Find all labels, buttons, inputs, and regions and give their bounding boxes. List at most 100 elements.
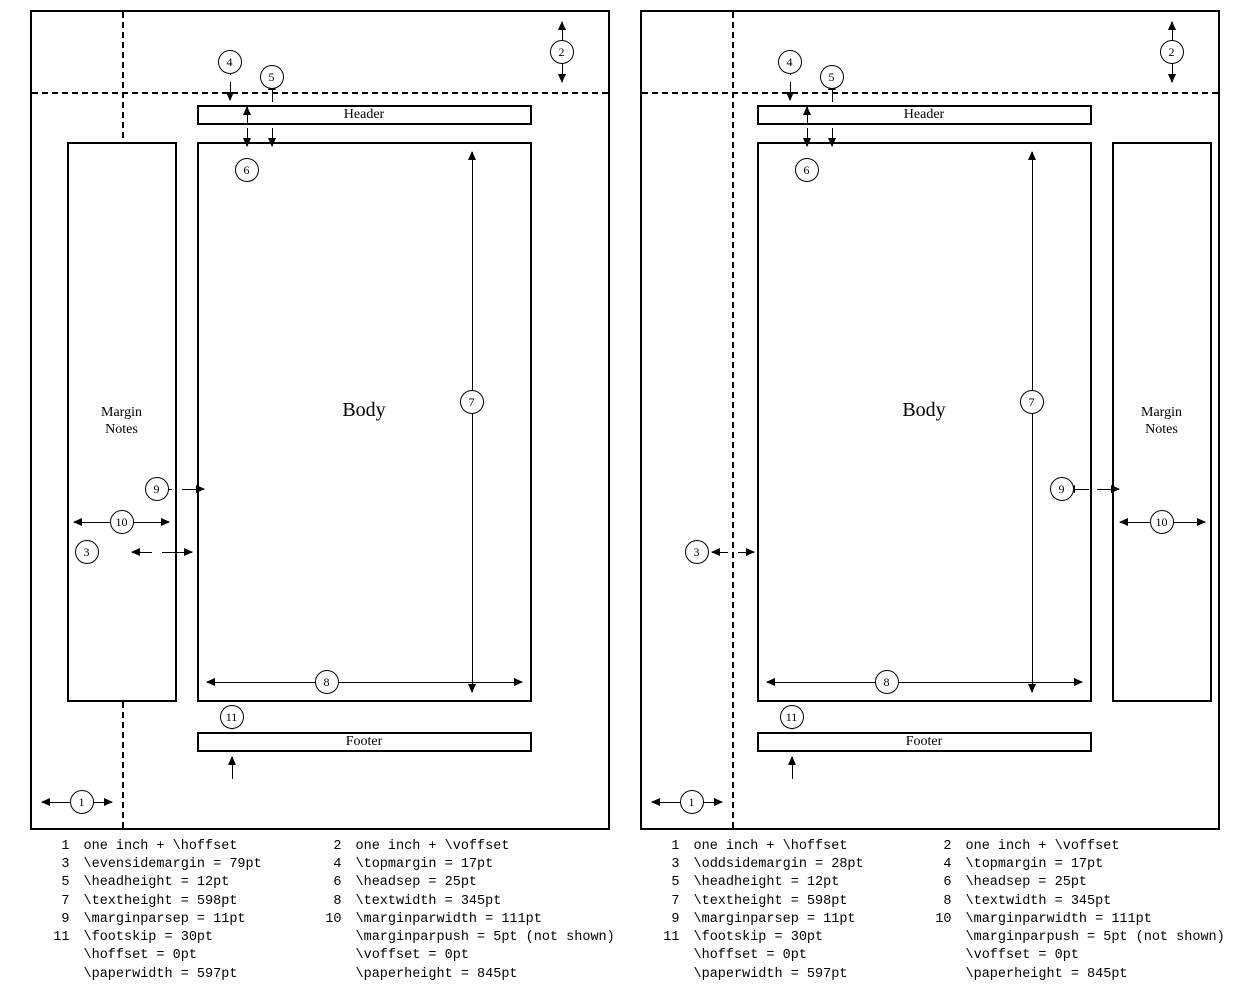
legend-item: 5\headheight = 12pt <box>42 874 314 892</box>
circle-8: 8 <box>875 670 899 694</box>
margin-notes-label-2: Notes <box>1145 422 1178 439</box>
legend-item: \hoffset = 0pt <box>652 947 924 965</box>
arrow-3l <box>712 552 728 553</box>
circle-6: 6 <box>795 158 819 182</box>
arrow-3l <box>132 552 152 553</box>
circle-1: 1 <box>680 790 704 814</box>
odd-page-column: Header Body Margin Notes Footer 1 2 3 4 … <box>640 10 1220 984</box>
page-layout-pair: Margin Notes Header Body Footer 1 2 3 4 … <box>10 10 1239 984</box>
legend-item: 8\textwidth = 345pt <box>924 893 1196 911</box>
legend-item: 3\oddsidemargin = 28pt <box>652 856 924 874</box>
arrow-6u <box>807 107 808 125</box>
voffset-line <box>32 92 608 94</box>
circle-11: 11 <box>780 705 804 729</box>
circle-9: 9 <box>1050 477 1074 501</box>
legend-item: 7\textheight = 598pt <box>652 893 924 911</box>
margin-notes-label-1: Margin <box>1141 405 1182 422</box>
arrow-3r <box>162 552 192 553</box>
legend-item: \paperheight = 845pt <box>314 966 586 984</box>
circle-2: 2 <box>1160 40 1184 64</box>
body-label: Body <box>902 399 945 422</box>
arrow-6d <box>807 128 808 146</box>
legend-item: 6\headsep = 25pt <box>924 874 1196 892</box>
legend-item: 9\marginparsep = 11pt <box>42 911 314 929</box>
legend-item: 11\footskip = 30pt <box>652 929 924 947</box>
circle-10: 10 <box>1150 510 1174 534</box>
legend-item: 1one inch + \hoffset <box>652 838 924 856</box>
footer-label: Footer <box>906 734 943 750</box>
hoffset-line <box>732 12 734 828</box>
circle-5: 5 <box>820 65 844 89</box>
body-box: Body <box>197 142 532 702</box>
footer-box: Footer <box>197 732 532 752</box>
legend-item: \marginparpush = 5pt (not shown) <box>314 929 586 947</box>
arrow-7 <box>1032 152 1033 692</box>
circle-10: 10 <box>110 510 134 534</box>
legend-item: \hoffset = 0pt <box>42 947 314 965</box>
legend-item: \marginparpush = 5pt (not shown) <box>924 929 1196 947</box>
arrow-6d <box>247 128 248 146</box>
legend-item: \voffset = 0pt <box>314 947 586 965</box>
footer-box: Footer <box>757 732 1092 752</box>
header-label: Header <box>904 107 944 123</box>
legend-item: 8\textwidth = 345pt <box>314 893 586 911</box>
circle-4: 4 <box>218 50 242 74</box>
odd-page: Header Body Margin Notes Footer 1 2 3 4 … <box>640 10 1220 830</box>
circle-7: 7 <box>460 390 484 414</box>
arrow-5d <box>832 128 833 146</box>
arrow-8 <box>767 682 1082 683</box>
circle-7: 7 <box>1020 390 1044 414</box>
circle-3: 3 <box>75 540 99 564</box>
margin-notes-box: Margin Notes <box>1112 142 1212 702</box>
arrow-6u <box>247 107 248 125</box>
arrow-5d <box>272 128 273 146</box>
margin-notes-label-1: Margin <box>101 405 142 422</box>
legend-item: 1one inch + \hoffset <box>42 838 314 856</box>
legend-item: 5\headheight = 12pt <box>652 874 924 892</box>
legend-even: 1one inch + \hoffset2one inch + \voffset… <box>30 838 610 984</box>
circle-5: 5 <box>260 65 284 89</box>
arrow-3r <box>738 552 754 553</box>
circle-2: 2 <box>550 40 574 64</box>
arrow-11u <box>232 757 233 779</box>
arrow-11u <box>792 757 793 779</box>
legend-item: \paperheight = 845pt <box>924 966 1196 984</box>
arrow-4d <box>790 82 791 100</box>
legend-item: 10\marginparwidth = 111pt <box>924 911 1196 929</box>
circle-3: 3 <box>685 540 709 564</box>
arrow-9r <box>1097 489 1119 490</box>
circle-8: 8 <box>315 670 339 694</box>
legend-item: \paperwidth = 597pt <box>652 966 924 984</box>
body-label: Body <box>342 399 385 422</box>
arrow-9r <box>182 489 204 490</box>
legend-item: 2one inch + \voffset <box>924 838 1196 856</box>
circle-9: 9 <box>145 477 169 501</box>
legend-item: 2one inch + \voffset <box>314 838 586 856</box>
circle-4: 4 <box>778 50 802 74</box>
voffset-line <box>642 92 1218 94</box>
margin-notes-label-2: Notes <box>105 422 138 439</box>
legend-item: 9\marginparsep = 11pt <box>652 911 924 929</box>
legend-item: 7\textheight = 598pt <box>42 893 314 911</box>
legend-item: \paperwidth = 597pt <box>42 966 314 984</box>
margin-notes-box: Margin Notes <box>67 142 177 702</box>
circle-11: 11 <box>220 705 244 729</box>
arrow-7 <box>472 152 473 692</box>
body-box: Body <box>757 142 1092 702</box>
legend-item: 10\marginparwidth = 111pt <box>314 911 586 929</box>
even-page-column: Margin Notes Header Body Footer 1 2 3 4 … <box>30 10 610 984</box>
arrow-8 <box>207 682 522 683</box>
legend-item: 11\footskip = 30pt <box>42 929 314 947</box>
legend-item: 4\topmargin = 17pt <box>924 856 1196 874</box>
arrow-4d <box>230 82 231 100</box>
legend-odd: 1one inch + \hoffset2one inch + \voffset… <box>640 838 1220 984</box>
legend-item: 4\topmargin = 17pt <box>314 856 586 874</box>
circle-1: 1 <box>70 790 94 814</box>
circle-6: 6 <box>235 158 259 182</box>
legend-item: 3\evensidemargin = 79pt <box>42 856 314 874</box>
even-page: Margin Notes Header Body Footer 1 2 3 4 … <box>30 10 610 830</box>
legend-item: 6\headsep = 25pt <box>314 874 586 892</box>
header-label: Header <box>344 107 384 123</box>
legend-item: \voffset = 0pt <box>924 947 1196 965</box>
footer-label: Footer <box>346 734 383 750</box>
